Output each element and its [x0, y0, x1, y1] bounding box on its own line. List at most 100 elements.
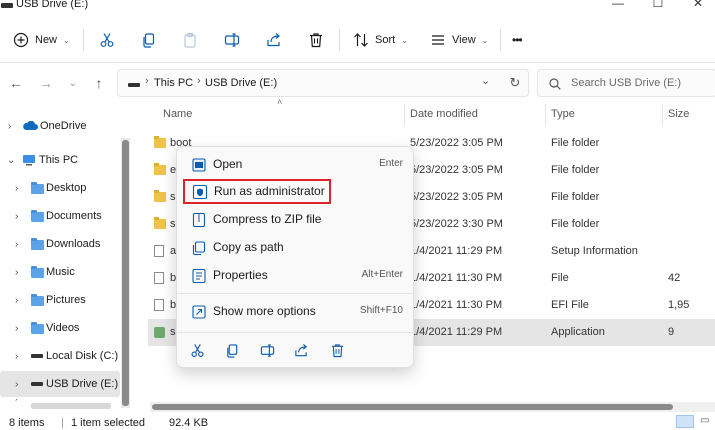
- share-button[interactable]: [266, 27, 282, 53]
- view-button[interactable]: View ⌄: [430, 27, 488, 53]
- file-icon: [154, 299, 164, 311]
- maximize-button[interactable]: ☐: [648, 0, 668, 12]
- scrollbar-thumb[interactable]: [152, 404, 673, 410]
- sidebar-scrollbar[interactable]: [121, 138, 130, 408]
- sidebar-item-label: OneDrive: [40, 120, 87, 132]
- minimize-button[interactable]: —: [608, 0, 628, 12]
- file-date: 5/23/2022 3:05 PM: [410, 164, 503, 176]
- sidebar-item-pictures[interactable]: › Pictures: [0, 287, 120, 313]
- menu-item-properties[interactable]: Properties Alt+Enter: [182, 263, 410, 288]
- file-date: 1/4/2021 11:30 PM: [410, 299, 503, 311]
- breadcrumb-usb-drive[interactable]: USB Drive (E:): [205, 77, 277, 89]
- chevron-right-icon[interactable]: ›: [15, 295, 18, 306]
- address-bar[interactable]: › This PC › USB Drive (E:) ⌄: [117, 69, 529, 97]
- sidebar-item-local-disk[interactable]: › Local Disk (C:): [0, 343, 120, 369]
- open-icon: [192, 158, 206, 172]
- sidebar-item-label: Desktop: [46, 182, 87, 194]
- recent-chevron-icon[interactable]: ⌄: [64, 74, 82, 92]
- chevron-right-icon[interactable]: ›: [15, 183, 18, 194]
- breadcrumb-separator-icon: ›: [197, 75, 201, 87]
- folder-icon: [31, 322, 44, 334]
- rename-button[interactable]: [224, 27, 240, 53]
- drive-icon: [128, 83, 140, 87]
- horizontal-scrollbar[interactable]: [150, 402, 715, 412]
- cut-button[interactable]: [99, 27, 115, 53]
- column-header-name[interactable]: Name: [163, 108, 192, 120]
- menu-item-show-more-options[interactable]: Show more options Shift+F10: [182, 299, 410, 324]
- chevron-right-icon[interactable]: ›: [15, 351, 18, 362]
- refresh-icon[interactable]: ↻: [506, 74, 524, 92]
- tiles-view-icon[interactable]: ▭: [700, 415, 709, 426]
- computer-icon: [23, 155, 35, 166]
- sort-button-label: Sort: [375, 34, 396, 46]
- sidebar-item-partial[interactable]: ›: [0, 399, 120, 411]
- menu-item-shortcut: Enter: [379, 158, 403, 169]
- breadcrumb-separator-icon: ›: [145, 75, 149, 87]
- search-box[interactable]: Search USB Drive (E:): [537, 69, 715, 97]
- cut-icon[interactable]: [188, 341, 206, 359]
- file-date: 1/4/2021 11:30 PM: [410, 272, 503, 284]
- chevron-down-icon[interactable]: ⌄: [7, 155, 15, 166]
- sidebar-item-videos[interactable]: › Videos: [0, 315, 120, 341]
- sidebar-item-onedrive[interactable]: › OneDrive: [0, 113, 120, 139]
- more-options-button[interactable]: •••: [512, 27, 523, 53]
- column-divider[interactable]: [662, 104, 663, 126]
- address-dropdown-icon[interactable]: ⌄: [481, 74, 490, 87]
- chevron-right-icon[interactable]: ›: [15, 379, 18, 390]
- copy-icon[interactable]: [223, 341, 241, 359]
- up-arrow-icon[interactable]: ↑: [90, 74, 108, 92]
- chevron-right-icon[interactable]: ›: [15, 239, 18, 250]
- menu-item-copy-as-path[interactable]: Copy as path: [182, 235, 410, 260]
- selection-size: 92.4 KB: [169, 417, 209, 429]
- column-header-size[interactable]: Size: [668, 108, 689, 120]
- sidebar-item-this-pc[interactable]: ⌄ This PC: [0, 147, 120, 173]
- column-divider[interactable]: [404, 104, 405, 126]
- scrollbar-thumb[interactable]: [122, 140, 129, 406]
- forward-arrow-icon[interactable]: →: [37, 74, 55, 92]
- menu-item-open[interactable]: Open Enter: [182, 152, 410, 177]
- new-button[interactable]: New ⌄: [13, 27, 70, 53]
- sidebar-item-music[interactable]: › Music: [0, 259, 120, 285]
- title-bar: USB Drive (E:) — ☐ ✕: [0, 0, 715, 14]
- column-divider[interactable]: [545, 104, 546, 126]
- sidebar-item-documents[interactable]: › Documents: [0, 203, 120, 229]
- window-title: USB Drive (E:): [16, 0, 89, 10]
- menu-item-run-as-administrator[interactable]: Run as administrator: [183, 179, 331, 204]
- more-options-icon: [192, 305, 206, 319]
- chevron-right-icon[interactable]: ›: [15, 323, 18, 334]
- copy-button[interactable]: [141, 27, 157, 53]
- column-header-date[interactable]: Date modified: [410, 108, 478, 120]
- chevron-right-icon[interactable]: ›: [15, 211, 18, 222]
- setup-file-icon: [154, 245, 164, 257]
- chevron-right-icon[interactable]: ›: [15, 399, 18, 404]
- file-type: EFI File: [551, 299, 589, 311]
- back-arrow-icon[interactable]: ←: [7, 74, 25, 92]
- sidebar-item-desktop[interactable]: › Desktop: [0, 175, 120, 201]
- chevron-right-icon[interactable]: ›: [15, 267, 18, 278]
- rename-icon[interactable]: [258, 341, 276, 359]
- context-quick-actions: [177, 337, 415, 363]
- close-button[interactable]: ✕: [688, 0, 708, 12]
- details-view-icon[interactable]: [676, 415, 694, 428]
- paste-button[interactable]: [182, 27, 198, 53]
- breadcrumb-this-pc[interactable]: This PC: [154, 77, 193, 89]
- delete-button[interactable]: [308, 27, 324, 53]
- file-date: 5/23/2022 3:05 PM: [410, 137, 503, 149]
- menu-item-compress-zip[interactable]: Compress to ZIP file: [182, 207, 410, 232]
- view-lines-icon: [432, 35, 444, 45]
- sidebar-item-label: Downloads: [46, 238, 101, 250]
- sort-icon: [354, 33, 368, 47]
- drive-icon: [31, 382, 43, 386]
- share-icon[interactable]: [292, 341, 310, 359]
- delete-icon[interactable]: [328, 341, 346, 359]
- column-header-type[interactable]: Type: [551, 108, 575, 120]
- file-date: 1/4/2021 11:29 PM: [410, 326, 503, 338]
- file-date: 1/4/2021 11:29 PM: [410, 245, 503, 257]
- folder-icon: [31, 266, 44, 278]
- sidebar-item-downloads[interactable]: › Downloads: [0, 231, 120, 257]
- file-type: File folder: [551, 137, 600, 149]
- sort-button[interactable]: Sort ⌄: [353, 27, 408, 53]
- folder-icon: [154, 163, 166, 175]
- sidebar-item-usb-drive[interactable]: › USB Drive (E:): [0, 371, 120, 397]
- chevron-right-icon[interactable]: ›: [8, 121, 11, 132]
